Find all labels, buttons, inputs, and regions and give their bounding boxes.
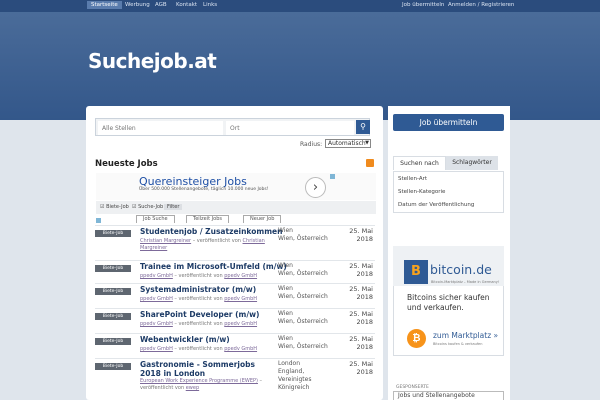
sponsored-box[interactable]: Jobs und Stellenangebote <box>393 391 504 400</box>
sidebar-item-datum[interactable]: Datum der Veröffentlichung <box>398 202 474 208</box>
nav-startseite[interactable]: Startseite <box>87 1 122 9</box>
radius-label: Radius: <box>300 141 323 148</box>
bitcoin-logo-icon: B <box>404 260 428 284</box>
adchoices-icon[interactable] <box>96 218 101 223</box>
job-type-badge: Biete-Job <box>95 338 131 345</box>
job-date: 25. Mai 2018 <box>349 360 373 376</box>
sidebar-item-stellen-kategorie[interactable]: Stellen-Kategorie <box>398 189 445 195</box>
nav-links[interactable]: Links <box>203 2 217 8</box>
ad-description: Über 500.000 Stellenangebote, täglich 10… <box>139 187 269 192</box>
bitcoin-coin-icon: ₿ <box>407 329 426 348</box>
nav-werbung[interactable]: Werbung <box>125 2 150 8</box>
nav-job-submit[interactable]: Job übermitteln <box>402 2 444 8</box>
job-location: Wien Wien, Österreich <box>278 285 328 300</box>
job-date: 25. Mai 2018 <box>349 285 373 301</box>
company-link[interactable]: ppedv GmbH <box>140 346 173 352</box>
job-location: Wien Wien, Österreich <box>278 262 328 277</box>
bitcoin-subline: Bitcoin-Marktplatz – Made in Germany! <box>431 280 500 284</box>
radius-select[interactable]: Automatisch ▼ <box>325 139 371 148</box>
job-row[interactable]: Biete-Job Gastronomie - Sommerjobs 2018 … <box>95 358 375 400</box>
ad-tab-jobsuche[interactable]: Job Suche <box>136 215 175 223</box>
ad-filter-biete[interactable]: ☑ Biete-Job <box>100 204 129 210</box>
bitcoin-cta-link[interactable]: zum Marktplatz » <box>433 331 498 340</box>
job-type-badge: Biete-Job <box>95 363 131 370</box>
ad-filter-button[interactable]: Filter <box>164 204 183 210</box>
company-link[interactable]: Christian Margreiner <box>140 238 191 244</box>
search-bar <box>95 118 370 136</box>
ad-filter-bar: ☑ Biete-Job ☑ Suche-Job Filter <box>96 201 376 214</box>
tab-schlagwoerter[interactable]: Schlagwörter <box>446 156 498 170</box>
keyword-input[interactable] <box>98 121 223 135</box>
job-location: Wien Wien, Österreich <box>278 227 328 242</box>
job-row[interactable]: Biete-Job Studentenjob / Zusatzeinkommen… <box>95 225 375 257</box>
latest-jobs-title: Neueste Jobs <box>95 159 158 169</box>
nav-kontakt[interactable]: Kontakt <box>176 2 197 8</box>
poster-link[interactable]: ewep <box>186 385 199 391</box>
sidebar-item-stellen-art[interactable]: Stellen-Art <box>398 176 427 182</box>
poster-link[interactable]: ppedv GmbH <box>224 296 257 302</box>
ad-filter-suche[interactable]: ☑ Suche-Job <box>132 204 163 210</box>
nav-login-register[interactable]: Anmelden / Registrieren <box>448 2 514 8</box>
job-meta: ppedv GmbH – veröffentlicht von ppedv Gm… <box>140 321 258 327</box>
tab-suchen-nach[interactable]: Suchen nach <box>393 156 446 170</box>
top-navigation: Startseite Werbung AGB Kontakt Links Job… <box>0 0 600 12</box>
site-logo[interactable]: Suchejob.at <box>88 49 217 73</box>
location-input[interactable] <box>226 121 354 135</box>
job-title[interactable]: Studentenjob / Zusatzeinkommen <box>140 227 282 236</box>
job-type-badge: Biete-Job <box>95 230 131 237</box>
poster-link[interactable]: ppedv GmbH <box>224 273 257 279</box>
job-date: 25. Mai 2018 <box>349 227 373 243</box>
job-date: 25. Mai 2018 <box>349 310 373 326</box>
job-meta: ppedv GmbH – veröffentlicht von ppedv Gm… <box>140 346 258 352</box>
nav-agb[interactable]: AGB <box>155 2 167 8</box>
job-type-badge: Biete-Job <box>95 313 131 320</box>
search-icon: ⚲ <box>360 122 366 131</box>
poster-link[interactable]: ppedv GmbH <box>224 321 257 327</box>
job-date: 25. Mai 2018 <box>349 335 373 351</box>
job-location: Wien Wien, Österreich <box>278 335 328 350</box>
company-link[interactable]: European Work Experience Programme (EWEP… <box>140 378 258 384</box>
ad-tab-teilzeit[interactable]: Teilzeit Jobs <box>186 215 230 223</box>
job-title[interactable]: Systemadministrator (m/w) <box>140 285 256 294</box>
bitcoin-cta-sub: Bitcoins kaufen & verkaufen <box>433 342 483 346</box>
rss-icon[interactable] <box>366 159 374 167</box>
adchoices-icon[interactable] <box>330 174 335 179</box>
job-title[interactable]: SharePoint Developer (m/w) <box>140 310 259 319</box>
job-title[interactable]: Gastronomie - Sommerjobs 2018 in London <box>140 360 275 378</box>
job-date: 25. Mai 2018 <box>349 262 373 278</box>
job-meta: ppedv GmbH – veröffentlicht von ppedv Gm… <box>140 296 258 302</box>
chevron-right-icon[interactable]: › <box>305 177 326 198</box>
job-type-badge: Biete-Job <box>95 288 131 295</box>
chevron-down-icon: ▼ <box>365 140 369 146</box>
submit-job-button[interactable]: Job übermitteln <box>393 114 504 131</box>
job-meta: ppedv GmbH – veröffentlicht von ppedv Gm… <box>140 273 258 279</box>
job-title[interactable]: Trainee im Microsoft-Umfeld (m/w) <box>140 262 287 271</box>
sidebar-filter-list: Stellen-Art Stellen-Kategorie Datum der … <box>393 171 504 213</box>
job-type-badge: Biete-Job <box>95 265 131 272</box>
sidebar-tabs: Suchen nach Schlagwörter <box>393 156 504 170</box>
company-link[interactable]: ppedv GmbH <box>140 321 173 327</box>
job-location: Wien Wien, Österreich <box>278 310 328 325</box>
poster-link[interactable]: ppedv GmbH <box>224 346 257 352</box>
company-link[interactable]: ppedv GmbH <box>140 296 173 302</box>
sponsored-label: GESPONSERTE <box>396 385 429 390</box>
company-link[interactable]: ppedv GmbH <box>140 273 173 279</box>
bitcoin-brand: bitcoin.de <box>430 262 492 277</box>
job-meta: European Work Experience Programme (EWEP… <box>140 378 263 391</box>
job-location: London England, Vereinigtes Königreich <box>278 360 312 391</box>
search-button[interactable]: ⚲ <box>356 120 370 134</box>
ad-tab-neuer-job[interactable]: Neuer Job <box>243 215 282 223</box>
bitcoin-claim: Bitcoins sicher kaufen und verkaufen. <box>407 293 490 312</box>
job-meta: Christian Margreiner – veröffentlicht vo… <box>140 238 265 251</box>
ad-tabs: Job Suche Teilzeit Jobs Neuer Job <box>96 215 376 223</box>
job-title[interactable]: Webentwickler (m/w) <box>140 335 230 344</box>
radius-value: Automatisch <box>328 140 366 147</box>
